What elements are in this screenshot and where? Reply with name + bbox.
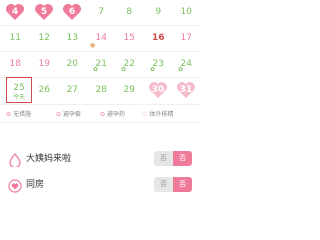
calendar-day[interactable]: 23 ✿ — [144, 52, 173, 77]
day-number: 10 — [180, 7, 192, 17]
period-icon — [8, 152, 22, 169]
calendar-day[interactable]: 27 — [58, 78, 87, 103]
predicted-period-heart-icon: 30 — [148, 81, 168, 99]
option-label: 同房 — [26, 180, 45, 190]
calendar-day[interactable]: 24 ✿ — [172, 52, 201, 77]
condom-icon: ⊙ — [56, 111, 62, 118]
calendar-day[interactable]: 18 — [1, 52, 30, 77]
period-heart-icon: 4 — [5, 3, 25, 21]
day-number: 28 — [95, 85, 107, 95]
day-number: 12 — [38, 33, 50, 43]
calendar-day[interactable]: 31 — [172, 78, 201, 103]
day-number: 26 — [38, 85, 50, 95]
day-number: 6 — [68, 7, 76, 17]
day-number: 19 — [38, 59, 50, 69]
day-number: 4 — [11, 7, 19, 17]
day-number: 23 — [152, 59, 164, 69]
legend-item: ⊙ 无措施 — [6, 110, 31, 120]
toggle-no[interactable]: 否 — [154, 151, 173, 166]
legend-label: 避孕套 — [63, 111, 82, 118]
record-dot-icon: ✿ — [93, 66, 99, 73]
period-heart-icon: 6 — [62, 3, 82, 21]
day-number: 17 — [180, 33, 192, 43]
legend-item: ⊙ 避孕套 — [56, 110, 81, 120]
calendar-day[interactable]: 8 — [115, 0, 144, 25]
calendar-day[interactable]: 15 — [115, 26, 144, 51]
day-number: 24 — [180, 59, 192, 69]
grid-line — [0, 104, 200, 105]
predicted-period-heart-icon: 31 — [176, 81, 196, 99]
contraception-legend: ⊙ 无措施 ⊙ 避孕套 ⊙ 避孕药 ♡ 体外排精 — [0, 108, 200, 122]
day-number: 8 — [126, 7, 133, 17]
day-number: 13 — [66, 33, 78, 43]
calendar-grid: 4 5 6 7 8 9 10 11 12 13 14 ● 15 16 17 18… — [0, 0, 200, 106]
period-toggle[interactable]: 否 否 — [154, 151, 192, 166]
ovulation-day-number: 16 — [151, 33, 165, 43]
day-number: 22 — [123, 59, 135, 69]
calendar-day[interactable]: 29 — [115, 78, 144, 103]
legend-item: ⊙ 避孕药 — [100, 110, 125, 120]
calendar-week-row: 11 12 13 14 ● 15 16 17 — [0, 26, 200, 51]
day-number: 15 — [123, 33, 135, 43]
day-number: 27 — [66, 85, 78, 95]
calendar-day[interactable]: 11 — [1, 26, 30, 51]
day-number: 18 — [9, 59, 21, 69]
period-option-row: 大姨妈来啦 否 否 — [0, 146, 200, 172]
record-dot-icon: ● — [90, 42, 96, 49]
toggle-yes[interactable]: 否 — [173, 177, 192, 192]
day-number: 30 — [151, 85, 165, 95]
calendar-week-row: 4 5 6 7 8 9 10 — [0, 0, 200, 25]
love-icon — [8, 178, 22, 193]
option-label: 大姨妈来啦 — [26, 154, 72, 164]
day-number: 21 — [95, 59, 107, 69]
calendar-day[interactable]: 20 — [58, 52, 87, 77]
pill-icon: ⊙ — [100, 111, 106, 118]
legend-label: 无措施 — [13, 111, 32, 118]
legend-label: 体外排精 — [149, 111, 174, 118]
legend-item: ♡ 体外排精 — [142, 110, 173, 120]
calendar-day[interactable]: 7 — [87, 0, 116, 25]
calendar-day[interactable]: 17 — [172, 26, 201, 51]
intercourse-option-row: 同房 否 否 — [0, 172, 200, 198]
calendar-day[interactable]: 19 — [30, 52, 59, 77]
record-dot-icon: ✿ — [178, 66, 184, 73]
calendar-day[interactable]: 5 — [30, 0, 59, 25]
calendar-day[interactable]: 28 — [87, 78, 116, 103]
calendar-day[interactable]: 9 — [144, 0, 173, 25]
calendar-day[interactable]: 6 — [58, 0, 87, 25]
day-number: 5 — [40, 7, 48, 17]
day-number: 7 — [98, 7, 105, 17]
day-number: 11 — [9, 33, 21, 43]
heart-outline-icon: ♡ — [142, 111, 148, 118]
calendar-day[interactable]: 12 — [30, 26, 59, 51]
calendar-day[interactable]: 30 — [144, 78, 173, 103]
day-number: 31 — [179, 85, 193, 95]
calendar-day[interactable]: 10 — [172, 0, 201, 25]
intercourse-toggle[interactable]: 否 否 — [154, 177, 192, 192]
location-pin-icon: ⊙ — [6, 111, 12, 118]
legend-label: 避孕药 — [107, 111, 126, 118]
calendar-day[interactable]: 4 — [1, 0, 30, 25]
calendar-day[interactable]: 13 — [58, 26, 87, 51]
day-number: 29 — [123, 85, 135, 95]
calendar-day[interactable]: 22 ✿ — [115, 52, 144, 77]
toggle-no[interactable]: 否 — [154, 177, 173, 192]
toggle-yes[interactable]: 否 — [173, 151, 192, 166]
record-dot-icon: ✿ — [150, 66, 156, 73]
calendar-day[interactable]: 26 — [30, 78, 59, 103]
calendar-day[interactable]: 14 ● — [87, 26, 116, 51]
day-number: 20 — [66, 59, 78, 69]
calendar-day[interactable]: 16 — [144, 26, 173, 51]
calendar-week-row: 18 19 20 21 ✿ 22 ✿ 23 ✿ 24 ✿ — [0, 52, 200, 77]
today-highlight-box — [6, 77, 32, 103]
record-dot-icon: ✿ — [121, 66, 127, 73]
period-heart-icon: 5 — [34, 3, 54, 21]
day-number: 9 — [155, 7, 162, 17]
calendar-day[interactable]: 21 ✿ — [87, 52, 116, 77]
